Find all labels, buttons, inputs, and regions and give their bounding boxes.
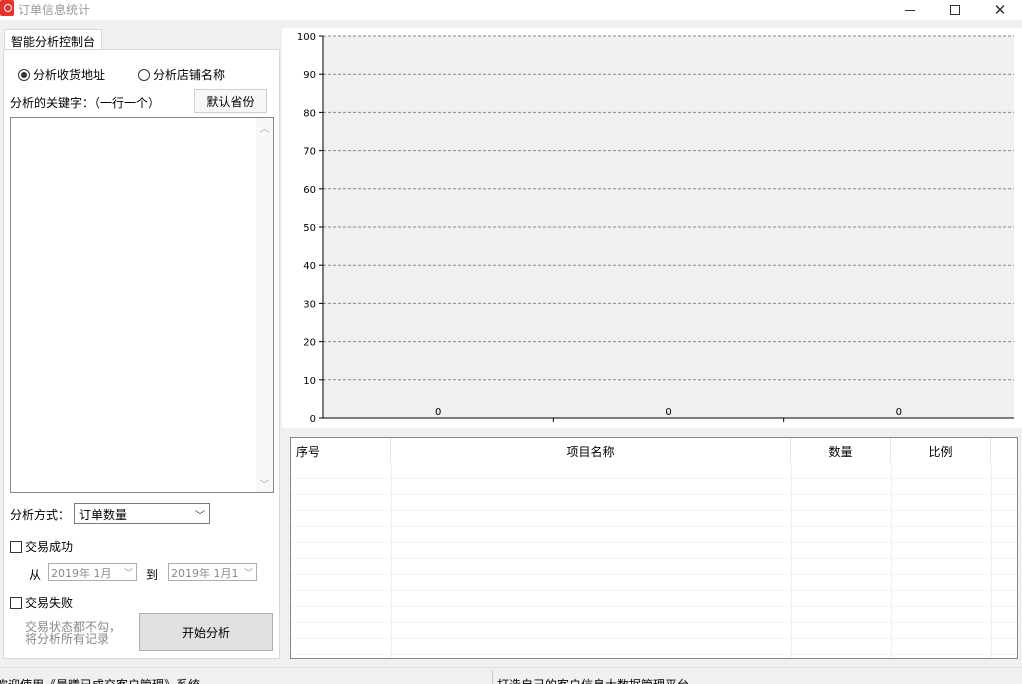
- column-header-index[interactable]: 序号: [291, 438, 391, 462]
- table-row-divider: [291, 574, 1017, 575]
- bar-value-label: 0: [665, 407, 671, 418]
- date-from-value: 2019年 1月: [51, 567, 112, 580]
- tab-label: 智能分析控制台: [11, 35, 96, 49]
- default-province-button[interactable]: 默认省份: [194, 89, 267, 113]
- chevron-down-icon: ﹀: [243, 569, 253, 579]
- checkbox-fail-label: 交易失败: [25, 596, 74, 610]
- window-title: 订单信息统计: [18, 3, 91, 17]
- radio-store-label: 分析店铺名称: [153, 68, 226, 82]
- table-row-divider: [291, 526, 1017, 527]
- radio-unselected-icon: [138, 68, 150, 81]
- table-row-divider: [291, 478, 1017, 479]
- checkbox-success-label: 交易成功: [25, 540, 74, 554]
- status-hint: 交易状态都不勾， 将分析所有记录: [25, 621, 135, 645]
- result-table[interactable]: 序号 项目名称 数量 比例: [290, 437, 1018, 659]
- bar-value-label: 0: [896, 407, 902, 418]
- y-tick-label: 50: [303, 223, 316, 234]
- method-select[interactable]: 订单数量 ﹀: [74, 503, 210, 524]
- method-label: 分析方式：: [10, 508, 71, 522]
- date-to-picker[interactable]: 2019年 1月1 ﹀: [168, 563, 257, 581]
- y-tick-label: 100: [297, 32, 316, 43]
- table-column-divider: [891, 462, 892, 658]
- table-header: 序号 项目名称 数量 比例: [291, 438, 1017, 462]
- table-row-divider: [291, 590, 1017, 591]
- status-slogan: 打造自己的客户信息大数据管理平台: [497, 676, 689, 684]
- keyword-label: 分析的关键字：（一行一个）: [10, 96, 161, 110]
- method-selected-value: 订单数量: [79, 508, 128, 522]
- title-bar: 订单信息统计 ✕: [0, 0, 1022, 20]
- close-icon: ✕: [993, 0, 1007, 19]
- hint-line-2: 将分析所有记录: [25, 632, 110, 646]
- y-tick-label: 30: [303, 299, 316, 310]
- checkbox-icon: [10, 540, 22, 553]
- y-tick-label: 40: [303, 261, 316, 272]
- table-row-divider: [291, 494, 1017, 495]
- y-tick-label: 60: [303, 185, 316, 196]
- to-label: 到: [146, 568, 159, 582]
- chevron-down-icon: ﹀: [123, 569, 133, 579]
- status-welcome: 欢迎使用《晨曦已成交客户管理》系统: [0, 676, 200, 684]
- y-tick-label: 90: [303, 70, 316, 81]
- table-column-divider: [791, 462, 792, 658]
- checkbox-trade-success[interactable]: 交易成功: [10, 538, 73, 555]
- y-tick-label: 0: [310, 414, 316, 425]
- table-row-divider: [291, 558, 1017, 559]
- status-divider: [492, 670, 493, 684]
- table-row-divider: [291, 606, 1017, 607]
- table-row-divider: [291, 638, 1017, 639]
- bar-value-label: 0: [435, 407, 441, 418]
- table-row-divider: [291, 510, 1017, 511]
- scroll-up-icon[interactable]: ︿: [256, 119, 273, 135]
- column-header-name[interactable]: 项目名称: [391, 438, 791, 462]
- y-tick-label: 70: [303, 147, 316, 158]
- checkbox-icon: [10, 596, 22, 609]
- y-tick-label: 20: [303, 338, 316, 349]
- table-row-divider: [291, 622, 1017, 623]
- date-from-picker[interactable]: 2019年 1月 ﹀: [48, 563, 137, 581]
- checkbox-trade-fail[interactable]: 交易失败: [10, 594, 73, 611]
- table-row-divider: [291, 542, 1017, 543]
- y-tick-label: 10: [303, 376, 316, 387]
- scroll-down-icon[interactable]: ﹀: [256, 475, 273, 491]
- maximize-button[interactable]: [932, 0, 978, 20]
- from-label: 从: [29, 568, 42, 582]
- keyword-scrollbar[interactable]: ︿ ﹀: [256, 118, 273, 492]
- keyword-textarea[interactable]: ︿ ﹀: [10, 117, 274, 493]
- radio-analyze-address[interactable]: 分析收货地址: [18, 66, 105, 83]
- app-logo-icon: [0, 0, 14, 16]
- tab-smart-console[interactable]: 智能分析控制台: [4, 29, 102, 50]
- table-row-divider: [291, 654, 1017, 655]
- bar-chart: 0 10 20 30 40 50 60 70 80 90 100 0 0 0: [282, 28, 1022, 428]
- minimize-button[interactable]: [887, 0, 933, 20]
- column-header-ratio[interactable]: 比例: [891, 438, 991, 462]
- column-header-count[interactable]: 数量: [791, 438, 891, 462]
- chevron-down-icon: ﹀: [195, 511, 205, 522]
- y-tick-label: 80: [303, 108, 316, 119]
- status-bar: 欢迎使用《晨曦已成交客户管理》系统 打造自己的客户信息大数据管理平台: [0, 667, 1022, 684]
- date-to-value: 2019年 1月1: [171, 567, 239, 580]
- start-analysis-button[interactable]: 开始分析: [139, 613, 273, 651]
- minimize-icon: [905, 9, 915, 11]
- table-column-divider: [391, 462, 392, 658]
- chart-svg: 0 10 20 30 40 50 60 70 80 90 100 0 0 0: [297, 32, 1014, 425]
- close-button[interactable]: ✕: [977, 0, 1022, 20]
- radio-address-label: 分析收货地址: [33, 68, 106, 82]
- table-column-divider: [991, 462, 992, 658]
- radio-analyze-store[interactable]: 分析店铺名称: [138, 66, 225, 83]
- maximize-icon: [950, 5, 960, 15]
- radio-selected-icon: [18, 68, 30, 81]
